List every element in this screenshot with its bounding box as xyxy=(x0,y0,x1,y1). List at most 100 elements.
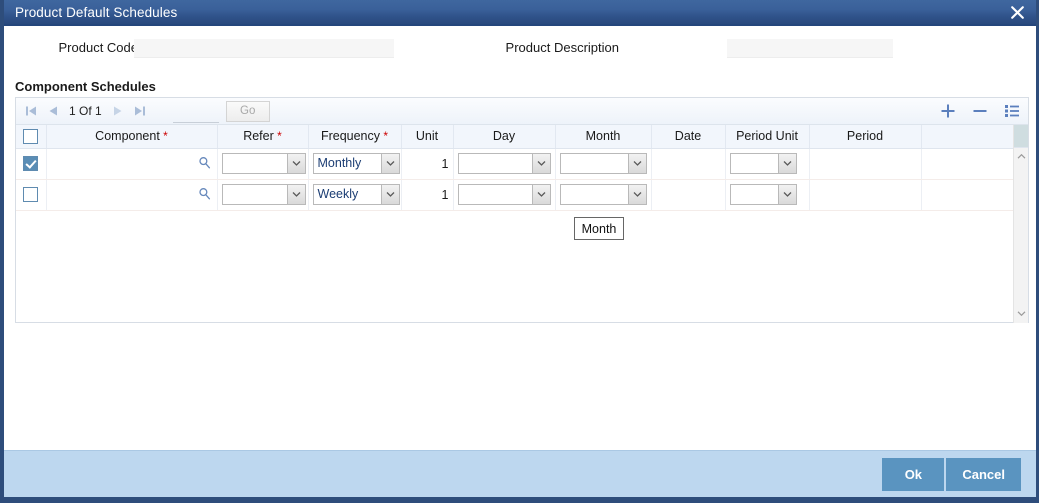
required-asterisk: * xyxy=(159,129,168,144)
component-schedules-grid: 1 Of 1 Go Component * Refer * Frequency … xyxy=(15,97,1029,323)
period-unit-dropdown[interactable] xyxy=(729,153,797,174)
column-header-period-unit[interactable]: Period Unit xyxy=(725,125,810,149)
required-asterisk: * xyxy=(380,129,389,144)
cell-period-unit[interactable] xyxy=(725,179,810,211)
product-description-input[interactable] xyxy=(727,39,893,58)
refer-dropdown[interactable] xyxy=(221,153,306,174)
day-dropdown[interactable] xyxy=(457,153,551,174)
column-header-day[interactable]: Day xyxy=(453,125,556,149)
grid-body: Component * Refer * Frequency * Unit Day… xyxy=(16,125,1028,323)
refer-value xyxy=(223,154,285,173)
column-label: Frequency xyxy=(320,129,381,144)
chevron-down-icon[interactable] xyxy=(286,154,305,173)
go-button[interactable]: Go xyxy=(225,100,270,122)
cell-frequency[interactable]: Monthly xyxy=(308,148,402,180)
cell-date[interactable] xyxy=(651,179,726,211)
cell-month[interactable] xyxy=(555,179,652,211)
cell-refer[interactable] xyxy=(217,179,309,211)
month-dropdown[interactable] xyxy=(559,153,647,174)
list-options-icon[interactable] xyxy=(1004,103,1020,119)
cell-date[interactable] xyxy=(651,148,726,180)
column-header-component[interactable]: Component * xyxy=(46,125,218,149)
chevron-down-icon[interactable] xyxy=(777,185,796,204)
cell-component[interactable] xyxy=(46,179,218,211)
chevron-down-icon[interactable] xyxy=(627,154,646,173)
ok-button[interactable]: Ok xyxy=(882,457,945,491)
period-unit-dropdown[interactable] xyxy=(729,184,797,205)
table-row[interactable]: Weekly 1 xyxy=(16,179,1016,211)
product-code-label: Product Code xyxy=(58,40,139,55)
day-value xyxy=(459,185,529,204)
plus-icon[interactable] xyxy=(940,103,956,119)
chevron-down-icon[interactable] xyxy=(627,185,646,204)
column-label: Component xyxy=(95,129,160,144)
last-page-icon[interactable] xyxy=(129,100,151,122)
cell-unit[interactable]: 1 xyxy=(401,179,454,211)
column-header-frequency[interactable]: Frequency * xyxy=(308,125,402,149)
cell-component[interactable] xyxy=(46,148,218,180)
search-icon[interactable] xyxy=(198,187,211,203)
scrollbar-corner xyxy=(1014,125,1028,148)
column-header-refer[interactable]: Refer * xyxy=(217,125,309,149)
chevron-down-icon[interactable] xyxy=(286,185,305,204)
period-unit-value xyxy=(731,185,775,204)
page-number-input[interactable] xyxy=(172,107,219,123)
month-value xyxy=(561,185,625,204)
cell-month[interactable] xyxy=(555,148,652,180)
row-checkbox[interactable] xyxy=(23,187,39,203)
previous-page-icon[interactable] xyxy=(42,100,64,122)
select-all-checkbox[interactable] xyxy=(23,128,39,144)
column-header-month[interactable]: Month xyxy=(555,125,652,149)
cell-filler xyxy=(921,148,1016,180)
day-dropdown[interactable] xyxy=(457,184,551,205)
frequency-dropdown[interactable]: Weekly xyxy=(312,184,400,205)
cell-period[interactable] xyxy=(809,148,922,180)
cell-period-unit[interactable] xyxy=(725,148,810,180)
product-default-schedules-dialog: Product Default Schedules Product Code P… xyxy=(0,0,1039,503)
column-header-date[interactable]: Date xyxy=(651,125,726,149)
chevron-down-icon[interactable] xyxy=(531,154,550,173)
refer-value xyxy=(223,185,285,204)
chevron-down-icon[interactable] xyxy=(380,154,399,173)
grid-vertical-scrollbar[interactable] xyxy=(1013,125,1028,323)
column-header-unit[interactable]: Unit xyxy=(401,125,454,149)
table-row[interactable]: Monthly 1 xyxy=(16,148,1016,180)
day-value xyxy=(459,154,529,173)
row-select-cell[interactable] xyxy=(16,148,47,180)
cell-refer[interactable] xyxy=(217,148,309,180)
scroll-up-icon[interactable] xyxy=(1014,148,1028,164)
close-icon[interactable] xyxy=(1007,2,1027,22)
frequency-dropdown[interactable]: Monthly xyxy=(312,153,400,174)
cell-day[interactable] xyxy=(453,148,556,180)
month-dropdown[interactable] xyxy=(559,184,647,205)
cancel-button[interactable]: Cancel xyxy=(945,457,1021,491)
schedules-table: Component * Refer * Frequency * Unit Day… xyxy=(16,125,1016,211)
frequency-value: Monthly xyxy=(317,156,362,170)
chevron-down-icon[interactable] xyxy=(380,185,399,204)
grid-actions xyxy=(940,98,1020,124)
dialog-footer: Ok Cancel xyxy=(4,450,1036,500)
minus-icon[interactable] xyxy=(972,103,988,119)
dialog-title: Product Default Schedules xyxy=(15,4,178,20)
column-header-period[interactable]: Period xyxy=(809,125,922,149)
cell-day[interactable] xyxy=(453,179,556,211)
chevron-down-icon[interactable] xyxy=(531,185,550,204)
scroll-down-icon[interactable] xyxy=(1014,305,1028,321)
search-icon[interactable] xyxy=(198,156,211,172)
cell-period[interactable] xyxy=(809,179,922,211)
first-page-icon[interactable] xyxy=(20,100,42,122)
cell-frequency[interactable]: Weekly xyxy=(308,179,402,211)
row-select-cell[interactable] xyxy=(16,179,47,211)
refer-dropdown[interactable] xyxy=(221,184,306,205)
product-description-label: Product Description xyxy=(505,40,619,55)
select-all-header[interactable] xyxy=(16,125,47,149)
page-indicator: 1 Of 1 xyxy=(69,104,102,118)
chevron-down-icon[interactable] xyxy=(777,154,796,173)
month-value xyxy=(561,154,625,173)
product-code-input[interactable] xyxy=(134,39,394,58)
dialog-title-bar: Product Default Schedules xyxy=(4,0,1036,26)
row-checkbox[interactable] xyxy=(23,156,39,172)
header-fields: Product Code Product Description xyxy=(4,26,1036,66)
cell-unit[interactable]: 1 xyxy=(401,148,454,180)
next-page-icon[interactable] xyxy=(107,100,129,122)
